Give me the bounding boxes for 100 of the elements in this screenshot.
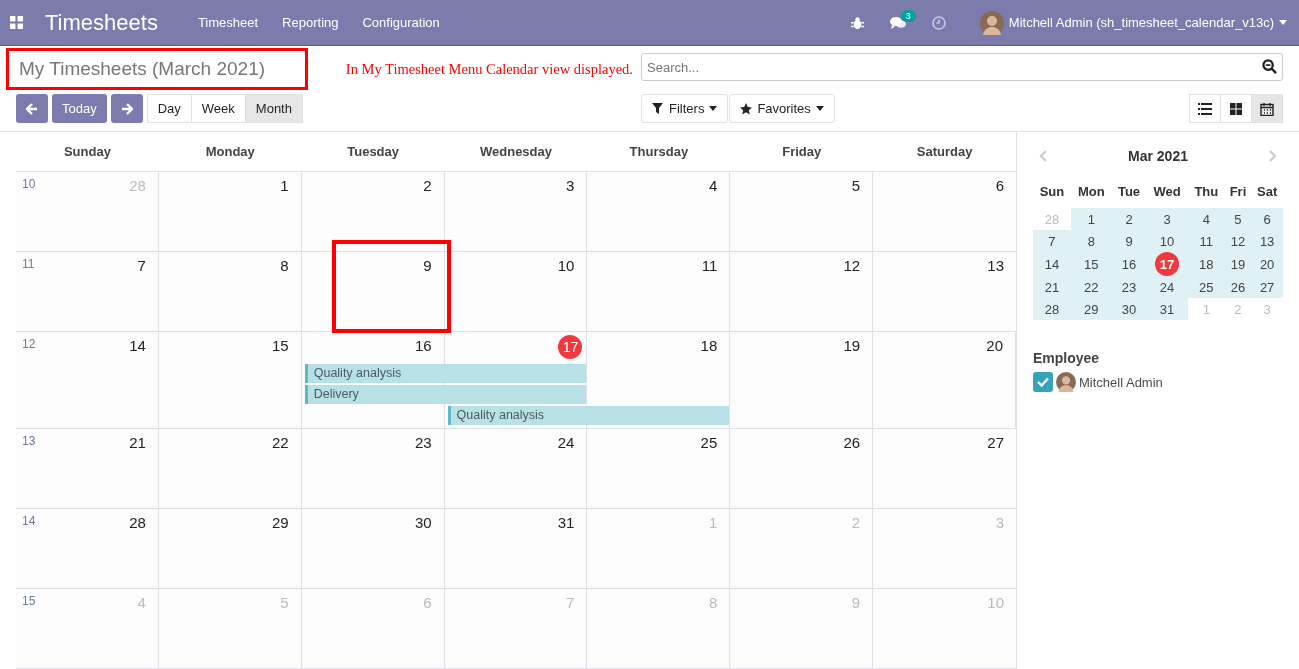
day-number: 6 (995, 177, 1004, 194)
calendar-event[interactable]: Quality analysis (447, 406, 730, 425)
next-button[interactable] (110, 94, 143, 123)
day-number: 5 (280, 594, 289, 611)
day-number[interactable]: 9 (1125, 233, 1133, 249)
day-number: 20 (986, 337, 1003, 354)
bug-icon[interactable] (850, 15, 864, 30)
day-number: 18 (700, 337, 718, 354)
week-number: 10 (22, 177, 36, 191)
scale-button[interactable]: Week (190, 94, 246, 123)
day-number: 31 (557, 514, 575, 531)
list-icon (1198, 101, 1212, 116)
favorites-button[interactable]: Favorites (729, 94, 835, 123)
day-number: 7 (137, 257, 146, 274)
today-day-number[interactable]: 17 (1155, 252, 1180, 276)
chat-bubbles-icon[interactable] (889, 15, 906, 30)
day-number: 21 (129, 434, 146, 451)
day-number: 6 (423, 594, 432, 611)
day-number[interactable]: 6 (1263, 211, 1271, 227)
day-number: 23 (414, 434, 432, 451)
day-number: 10 (557, 257, 575, 274)
menu-link[interactable]: Configuration (362, 15, 440, 30)
day-number: 29 (272, 514, 289, 531)
day-number: 11 (701, 257, 718, 274)
today-day-number: 17 (558, 335, 583, 359)
apps-grid-icon[interactable] (10, 16, 23, 29)
caret-icon (709, 106, 718, 111)
annotation-text: In My Timesheet Menu Calendar view displayed. (345, 60, 633, 78)
view-switch-button[interactable] (1251, 94, 1283, 123)
weekday-header: Thursday (628, 144, 690, 159)
day-number: 3 (566, 177, 575, 194)
user-name: Mitchell Admin (sh_timesheet_calendar_v13c) (1008, 15, 1274, 30)
app-title: Timesheets (45, 9, 158, 36)
week-number: 12 (22, 337, 36, 351)
day-number: 7 (566, 594, 575, 611)
day-number: 8 (708, 594, 718, 611)
day-number: 10 (987, 594, 1004, 611)
view-switch-button[interactable] (1189, 94, 1221, 123)
day-number[interactable]: 4 (1202, 211, 1210, 227)
arrow-left-icon (26, 102, 38, 115)
menu-link[interactable]: Reporting (282, 15, 339, 30)
day-number: 19 (843, 337, 861, 354)
day-number: 4 (137, 594, 146, 611)
weekday-header: Wednesday (479, 144, 553, 159)
weekday-label: Tue (1111, 174, 1147, 208)
weekday-header: Friday (781, 144, 823, 159)
weekday-label: Thu (1187, 174, 1225, 208)
day-number: 9 (851, 594, 861, 611)
search-icon (1262, 59, 1277, 74)
scale-button[interactable]: Month (244, 94, 303, 123)
weekday-label: Sun (1033, 174, 1071, 208)
arrow-right-icon (120, 102, 133, 115)
search-field[interactable]: Search... (641, 53, 1283, 81)
day-number: 5 (851, 177, 861, 194)
weekday-label: Fri (1224, 174, 1252, 208)
calendar-event[interactable]: Delivery (304, 385, 587, 404)
week-number: 14 (22, 514, 36, 528)
week-number: 13 (22, 434, 36, 448)
view-switch-button[interactable] (1220, 94, 1252, 123)
funnel-icon (652, 102, 664, 115)
day-number: 12 (843, 257, 861, 274)
checkbox[interactable] (1033, 372, 1053, 392)
day-number[interactable]: 8 (1087, 233, 1095, 249)
weekday-header: Monday (204, 144, 256, 159)
scale-button[interactable]: Day (146, 94, 192, 123)
employee-avatar (1056, 372, 1076, 392)
star-icon (740, 102, 753, 115)
today-button[interactable]: Today (52, 94, 107, 123)
day-number: 13 (987, 257, 1004, 274)
day-number: 24 (557, 434, 575, 451)
menu-link[interactable]: Timesheet (197, 15, 259, 30)
day-number[interactable]: 1 (1087, 211, 1095, 227)
day-number: 2 (851, 514, 861, 531)
day-number: 25 (700, 434, 718, 451)
calendar-icon (1260, 101, 1274, 116)
button-label: Favorites (757, 101, 811, 116)
kanban-grid-icon (1229, 101, 1243, 116)
clock-icon[interactable] (931, 15, 946, 30)
day-number: 8 (280, 257, 289, 274)
calendar-event[interactable]: Quality analysis (304, 364, 587, 383)
day-number: 4 (708, 177, 718, 194)
day-number: 27 (987, 434, 1004, 451)
weekday-header: Sunday (62, 144, 112, 159)
day-number: 22 (272, 434, 289, 451)
day-number: 1 (280, 177, 289, 194)
previous-button[interactable] (16, 94, 48, 123)
day-number: 15 (272, 337, 289, 354)
filters-button[interactable]: Filters (641, 94, 729, 123)
day-number: 9 (423, 257, 432, 274)
day-number[interactable]: 3 (1163, 211, 1171, 227)
weekday-label: Wed (1146, 174, 1188, 208)
day-number: 28 (129, 514, 146, 531)
user-menu[interactable]: Mitchell Admin (sh_timesheet_calendar_v13c) (979, 10, 1287, 35)
weekday-header: Tuesday (346, 144, 400, 159)
day-number[interactable]: 7 (1048, 233, 1056, 249)
day-number: 14 (129, 337, 146, 354)
day-number: 3 (995, 514, 1004, 531)
day-number: 2 (423, 177, 432, 194)
day-number[interactable]: 2 (1125, 211, 1133, 227)
weekday-header: Saturday (915, 144, 974, 159)
